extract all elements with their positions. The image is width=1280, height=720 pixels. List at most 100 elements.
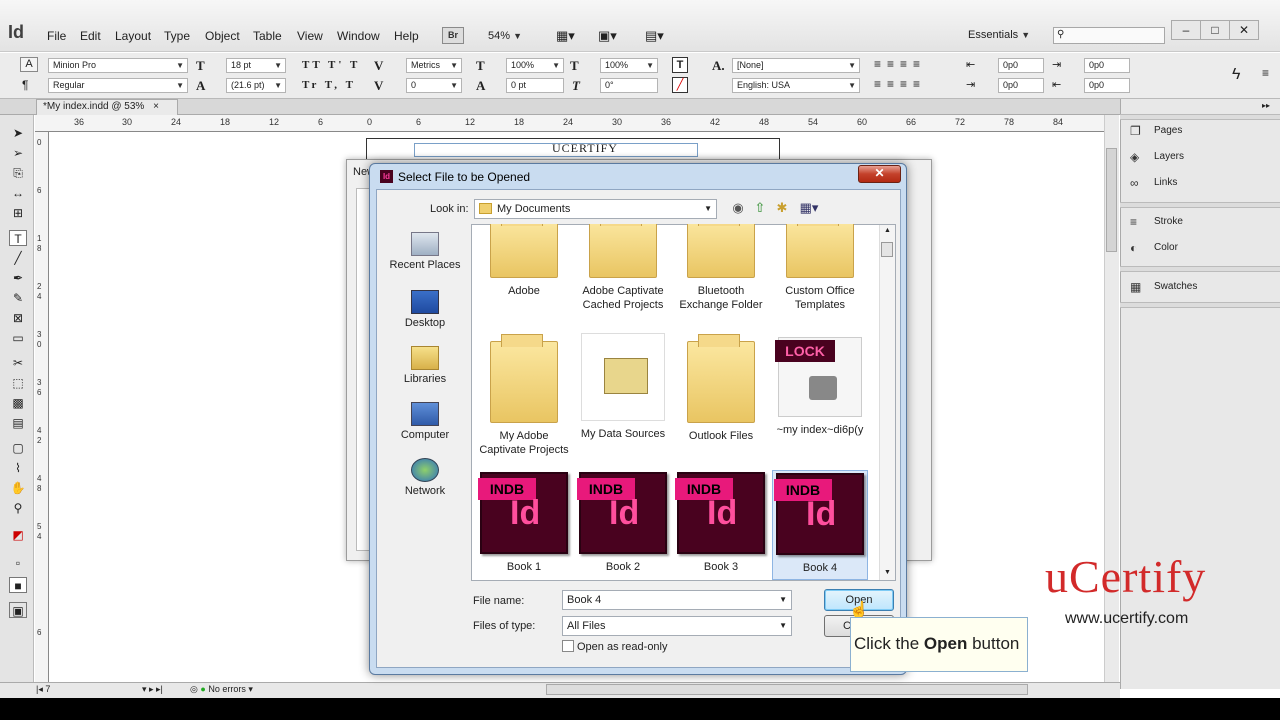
file-item-adobe[interactable]: Adobe xyxy=(476,224,572,316)
file-item-bluetooth-exchange-folder[interactable]: Bluetooth Exchange Folder xyxy=(673,224,769,316)
formatting-affects-icon[interactable]: ▫ xyxy=(9,555,27,571)
file-item-my-data-sources[interactable]: My Data Sources xyxy=(575,333,671,441)
menu-layout[interactable]: Layout xyxy=(115,29,151,43)
left-indent-field[interactable]: 0p0 xyxy=(998,58,1044,73)
place-recent-places[interactable]: Recent Places xyxy=(384,232,466,271)
leading-field[interactable]: (21.6 pt) ▼ xyxy=(226,78,286,93)
bridge-button[interactable]: Br xyxy=(442,27,464,44)
font-style-select[interactable]: Regular ▼ xyxy=(48,78,188,93)
file-list-scrollbar[interactable] xyxy=(879,225,895,580)
canvas-scroll-thumb[interactable] xyxy=(1106,148,1117,252)
selection-tool-icon[interactable]: ➤ xyxy=(9,125,27,141)
scroll-down-icon[interactable]: ▼ xyxy=(884,569,891,576)
file-item-outlook-files[interactable]: Outlook Files xyxy=(673,333,769,443)
align-buttons[interactable]: ≡≡≡≡ xyxy=(874,57,926,71)
baseline-shift-field[interactable]: 0 pt xyxy=(506,78,564,93)
back-icon[interactable]: ◉ xyxy=(730,200,746,216)
file-name-input[interactable]: Book 4 ▼ xyxy=(562,590,792,610)
file-list-scroll-thumb[interactable] xyxy=(881,242,893,257)
new-folder-icon[interactable]: ✱ xyxy=(774,200,790,216)
page-navigator[interactable]: |◂ 7 xyxy=(36,684,50,695)
zoom-tool-icon[interactable]: ⚲ xyxy=(9,500,27,516)
menu-edit[interactable]: Edit xyxy=(80,29,101,43)
place-libraries[interactable]: Libraries xyxy=(384,346,466,385)
paragraph-formatting-icon[interactable]: ¶ xyxy=(22,78,28,92)
eyedropper-tool-icon[interactable]: ⌇ xyxy=(9,460,27,476)
menu-file[interactable]: File xyxy=(47,29,66,43)
dialog-close-button[interactable]: ✕ xyxy=(858,165,901,183)
hand-tool-icon[interactable]: ✋ xyxy=(9,480,27,496)
lightning-icon[interactable]: ϟ xyxy=(1232,66,1240,84)
fill-stroke-icon[interactable]: ◩ xyxy=(9,527,27,543)
zoom-level[interactable]: 54% ▼ xyxy=(488,30,522,42)
file-item-lock-file[interactable]: LOCK ~my index~di6p(y xyxy=(772,337,868,437)
arrange-documents-icon[interactable]: ▤▾ xyxy=(645,28,664,44)
direct-selection-tool-icon[interactable]: ➢ xyxy=(9,145,27,161)
preflight-status[interactable]: ◎ ● No errors ▾ xyxy=(190,684,253,695)
file-item-custom-office-templates[interactable]: Custom Office Templates xyxy=(772,224,868,316)
canvas-horizontal-scrollbar[interactable] xyxy=(546,684,1028,695)
close-window-button[interactable]: ✕ xyxy=(1229,20,1259,40)
file-item-book-4[interactable]: INDB Id Book 4 xyxy=(772,470,868,580)
kerning-select[interactable]: Metrics ▼ xyxy=(406,58,462,73)
stroke-color-icon[interactable]: ╱ xyxy=(672,77,688,93)
maximize-button[interactable]: □ xyxy=(1200,20,1230,40)
panel-swatches[interactable]: ▦ Swatches xyxy=(1130,279,1197,295)
file-item-book-3[interactable]: INDB Id Book 3 xyxy=(673,472,769,574)
panel-menu-icon[interactable]: ≡ xyxy=(1262,66,1269,80)
justify-buttons[interactable]: ≡≡≡≡ xyxy=(874,77,926,91)
scroll-up-icon[interactable]: ▲ xyxy=(884,227,891,234)
open-read-only-checkbox[interactable]: Open as read-only xyxy=(562,640,668,653)
space-after-field[interactable]: 0p0 xyxy=(1084,78,1130,93)
note-tool-icon[interactable]: ▢ xyxy=(9,440,27,456)
place-network[interactable]: Network xyxy=(384,458,466,497)
free-transform-tool-icon[interactable]: ⬚ xyxy=(9,375,27,391)
rectangle-frame-tool-icon[interactable]: ⊠ xyxy=(9,310,27,326)
line-tool-icon[interactable]: ╱ xyxy=(9,250,27,266)
gradient-swatch-tool-icon[interactable]: ▩ xyxy=(9,395,27,411)
skew-field[interactable]: 0° xyxy=(600,78,658,93)
place-desktop[interactable]: Desktop xyxy=(384,290,466,329)
space-before-field[interactable]: 0p0 xyxy=(1084,58,1130,73)
style-icons[interactable]: Tr T, T xyxy=(302,79,356,91)
font-family-select[interactable]: Minion Pro ▼ xyxy=(48,58,188,73)
panel-links[interactable]: ∞ Links xyxy=(1130,175,1177,191)
view-menu-icon[interactable]: ▦▾ xyxy=(797,200,821,216)
file-type-select[interactable]: All Files ▼ xyxy=(562,616,792,636)
document-tab[interactable]: *My index.indd @ 53% × xyxy=(36,99,178,115)
menu-type[interactable]: Type xyxy=(164,29,190,43)
minimize-button[interactable]: – xyxy=(1171,20,1201,40)
file-item-book-2[interactable]: INDB Id Book 2 xyxy=(575,472,671,574)
collapse-panels-icon[interactable]: ▸▸ xyxy=(1262,101,1270,110)
character-formatting-icon[interactable]: A xyxy=(20,57,38,72)
page-tool-icon[interactable]: ⎘ xyxy=(9,165,27,181)
tracking-select[interactable]: 0 ▼ xyxy=(406,78,462,93)
menu-help[interactable]: Help xyxy=(394,29,419,43)
screen-mode-icon[interactable]: ▣▾ xyxy=(598,28,617,44)
file-item-adobe-captivate-cached-projects[interactable]: Adobe Captivate Cached Projects xyxy=(575,224,671,316)
look-in-select[interactable]: My Documents ▼ xyxy=(474,199,717,219)
menu-object[interactable]: Object xyxy=(205,29,240,43)
up-folder-icon[interactable]: ⇧ xyxy=(752,200,768,216)
place-computer[interactable]: Computer xyxy=(384,402,466,441)
file-item-my-adobe-captivate-projects[interactable]: My Adobe Captivate Projects xyxy=(476,333,572,457)
view-options-icon[interactable]: ▦▾ xyxy=(556,28,575,44)
gap-tool-icon[interactable]: ↔ xyxy=(9,185,27,201)
character-style-select[interactable]: [None] ▼ xyxy=(732,58,860,73)
menu-table[interactable]: Table xyxy=(253,29,282,43)
panel-pages[interactable]: ❐ Pages xyxy=(1130,123,1182,139)
checkbox[interactable] xyxy=(562,640,574,652)
scissors-tool-icon[interactable]: ✂ xyxy=(9,355,27,371)
help-search-input[interactable]: ⚲ xyxy=(1053,27,1165,44)
vertical-scale-field[interactable]: 100% ▼ xyxy=(506,58,564,73)
close-icon[interactable]: × xyxy=(153,101,159,112)
normal-view-icon[interactable]: ■ xyxy=(9,577,27,593)
fill-color-icon[interactable]: T xyxy=(672,57,688,73)
pencil-tool-icon[interactable]: ✎ xyxy=(9,290,27,306)
caps-icons[interactable]: TT T' T xyxy=(302,59,360,71)
first-page-icon[interactable]: |◂ xyxy=(36,684,43,694)
rectangle-tool-icon[interactable]: ▭ xyxy=(9,330,27,346)
font-size-field[interactable]: 18 pt ▼ xyxy=(226,58,286,73)
horizontal-scale-field[interactable]: 100% ▼ xyxy=(600,58,658,73)
file-item-book-1[interactable]: INDB Id Book 1 xyxy=(476,472,572,574)
